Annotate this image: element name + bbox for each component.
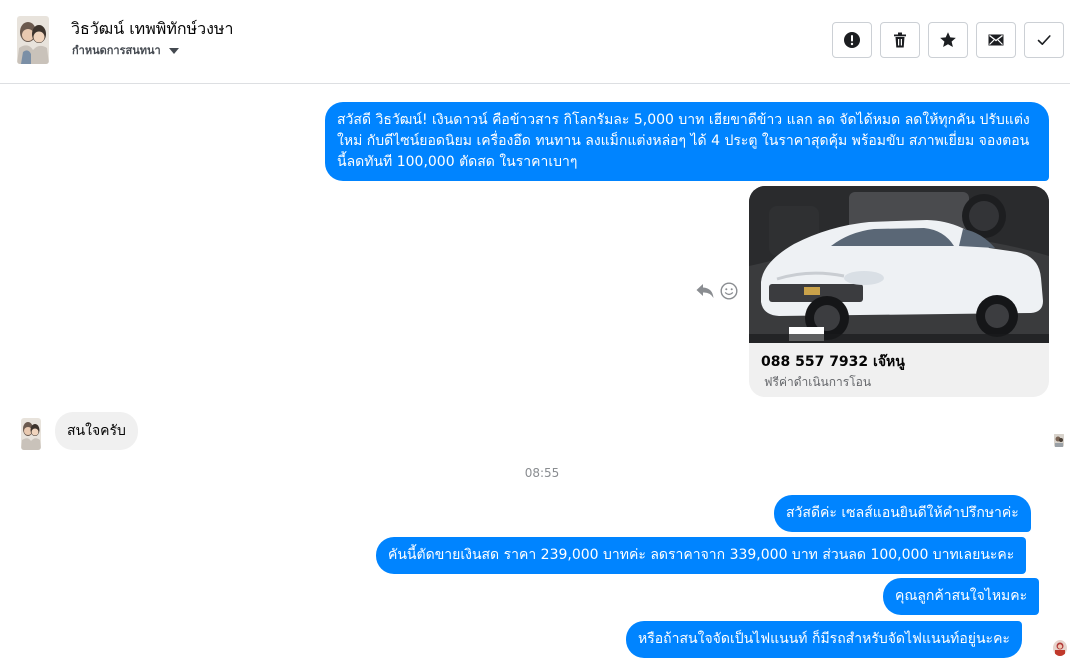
contact-avatar[interactable] xyxy=(17,16,49,64)
card-image[interactable] xyxy=(749,186,1049,343)
delete-button[interactable] xyxy=(880,22,920,58)
header-actions xyxy=(832,22,1064,58)
star-button[interactable] xyxy=(928,22,968,58)
message-bubble-outgoing[interactable]: หรือถ้าสนใจจัดเป็นไฟแนนท์ ก็มีรถสำหรับจั… xyxy=(626,621,1022,658)
message-bubble-incoming[interactable]: สนใจครับ xyxy=(55,412,138,450)
message-card[interactable]: 088 557 7932 เจ๊หนู ฟรีค่าดำเนินการโอน xyxy=(749,186,1049,397)
seen-avatar xyxy=(1053,640,1067,656)
mark-unread-button[interactable] xyxy=(976,22,1016,58)
message-bubble-outgoing[interactable]: คันนี้ตัดขายเงินสด ราคา 239,000 บาทค่ะ ล… xyxy=(376,537,1027,574)
envelope-icon xyxy=(988,34,1004,46)
alert-icon xyxy=(844,32,860,48)
contact-name[interactable]: วิธวัฒน์ เทพพิทักษ์วงษา xyxy=(71,17,233,42)
conversation-header: วิธวัฒน์ เทพพิทักษ์วงษา กำหนดการสนทนา xyxy=(0,0,1070,84)
caret-down-icon xyxy=(168,47,179,54)
mark-done-button[interactable] xyxy=(1024,22,1064,58)
card-title: 088 557 7932 เจ๊หนู xyxy=(761,354,905,370)
check-icon xyxy=(1037,35,1051,45)
message-bubble-outgoing[interactable]: สวัสดี วิธวัฒน์! เงินดาวน์ คือข้าวสาร กิ… xyxy=(325,102,1049,181)
customer-avatar[interactable] xyxy=(21,418,41,450)
message-bubble-outgoing[interactable]: สวัสดีค่ะ เซลส์แอนยินดีให้คำปรึกษาค่ะ xyxy=(774,495,1031,532)
label-dropdown[interactable]: กำหนดการสนทนา xyxy=(72,41,179,59)
trash-icon xyxy=(894,32,906,48)
label-dropdown-text: กำหนดการสนทนา xyxy=(72,44,161,57)
seen-avatar xyxy=(1054,433,1064,447)
timestamp: 08:55 xyxy=(524,466,560,480)
message-bubble-outgoing[interactable]: คุณลูกค้าสนใจไหมคะ xyxy=(883,578,1040,615)
star-icon xyxy=(940,32,956,47)
emoji-reaction-icon[interactable] xyxy=(720,282,738,300)
reply-icon[interactable] xyxy=(695,282,715,300)
card-subtitle: ฟรีค่าดำเนินการโอน xyxy=(764,375,872,389)
mark-spam-button[interactable] xyxy=(832,22,872,58)
